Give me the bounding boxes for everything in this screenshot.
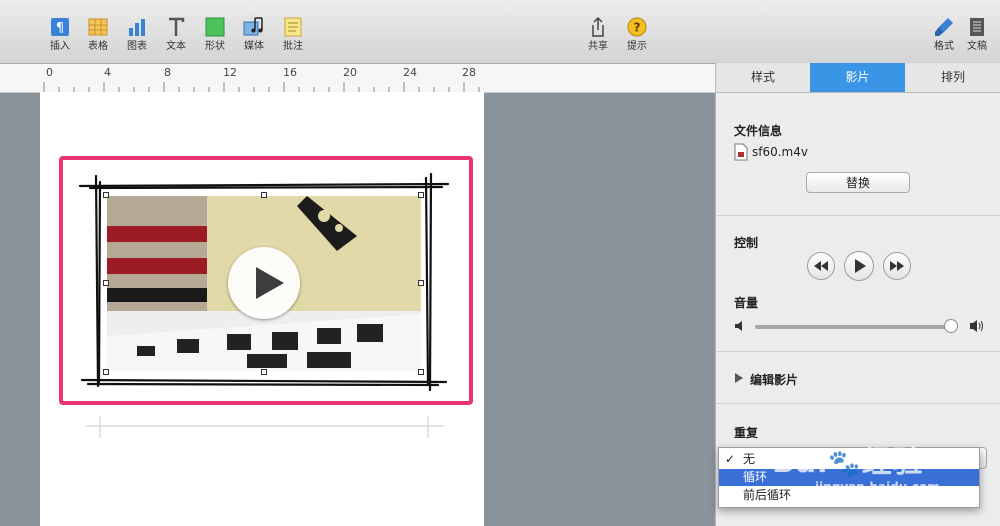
ruler-mark: 4 [104,66,111,79]
checkmark-icon: ✓ [725,452,736,466]
divider [716,215,1000,216]
ruler-mark: 24 [403,66,417,79]
watermark-brand-text: Bai [772,445,829,480]
edit-movie-label[interactable]: 编辑影片 [750,371,798,388]
ruler: 0 4 8 12 16 20 24 28 [0,64,715,93]
option-label: 循环 [743,470,768,484]
ruler-mark: 0 [46,66,53,79]
ruler-mark: 12 [223,66,237,79]
inspector-tabs: 样式 影片 排列 [716,63,1000,93]
tab-style[interactable]: 样式 [716,63,810,92]
fast-forward-button[interactable] [883,252,911,280]
volume-title: 音量 [734,296,759,310]
text-button[interactable]: 文本 [156,16,196,54]
chart-label: 图表 [127,41,147,52]
insert-label: 插入 [50,41,70,52]
ruler-mark: 8 [164,66,171,79]
fast-forward-icon [890,261,904,271]
table-label: 表格 [88,41,108,52]
comment-icon [284,17,302,37]
shape-button[interactable]: 形状 [195,16,235,54]
tips-icon: ? [627,17,647,37]
watermark-brand: Bai🐾经验 [772,437,924,481]
comment-label: 批注 [283,41,303,52]
media-label: 媒体 [244,41,264,52]
rewind-button[interactable] [807,252,835,280]
watermark-paw-icon: 🐾 [828,449,862,479]
table-icon [88,18,108,36]
highlight-annotation-frame [59,156,473,405]
text-label: 文本 [166,41,186,52]
share-icon [592,16,604,37]
option-label: 前后循环 [743,488,792,502]
watermark-url: jingyan.baidu.com [815,480,940,494]
media-icon [243,17,263,36]
file-info-title: 文件信息 [734,124,783,138]
tab-arrange[interactable]: 排列 [905,63,1000,92]
option-label: 无 [743,452,756,466]
tips-button[interactable]: ? 提示 [617,16,657,54]
divider [716,403,1000,404]
share-label: 共享 [588,41,608,52]
text-icon [169,17,185,36]
share-button[interactable]: 共享 [578,16,618,54]
volume-slider[interactable] [755,325,955,329]
volume-low-icon [735,321,742,331]
tips-label: 提示 [627,41,647,52]
comment-button[interactable]: 批注 [273,16,313,54]
replace-button[interactable]: 替换 [806,172,910,193]
insert-button[interactable]: ¶ 插入 [40,16,80,54]
repeat-title: 重复 [734,426,759,440]
format-brush-icon [935,18,953,36]
document-icon [970,18,984,36]
tab-movie[interactable]: 影片 [810,63,905,92]
paragraph-icon: ¶ [51,18,69,36]
ruler-mark: 16 [283,66,297,79]
svg-text:¶: ¶ [56,21,64,36]
controls-title: 控制 [734,236,759,250]
shape-icon [205,17,225,37]
table-button[interactable]: 表格 [78,16,118,54]
watermark-brand-text2: 经验 [861,445,924,480]
play-button[interactable] [844,251,874,281]
document-label: 文稿 [967,41,987,52]
svg-text:?: ? [634,21,641,35]
file-name: sf60.m4v [752,145,808,159]
disclosure-triangle-icon[interactable] [734,373,744,383]
ruler-mark: 20 [343,66,357,79]
movie-file-icon [734,143,748,161]
play-icon [855,259,866,273]
volume-high-icon [970,320,983,332]
volume-slider-thumb[interactable] [944,319,958,333]
chart-button[interactable]: 图表 [117,16,157,54]
rewind-icon [814,261,828,271]
shape-label: 形状 [205,41,225,52]
toolbar: ¶ 插入 表格 图表 文本 形状 媒体 批注 共享 ? 提示 格式 文稿 [0,0,1000,64]
document-button[interactable]: 文稿 [957,16,997,54]
divider [716,351,1000,352]
media-button[interactable]: 媒体 [234,16,274,54]
chart-icon [129,19,145,36]
ruler-mark: 28 [462,66,476,79]
